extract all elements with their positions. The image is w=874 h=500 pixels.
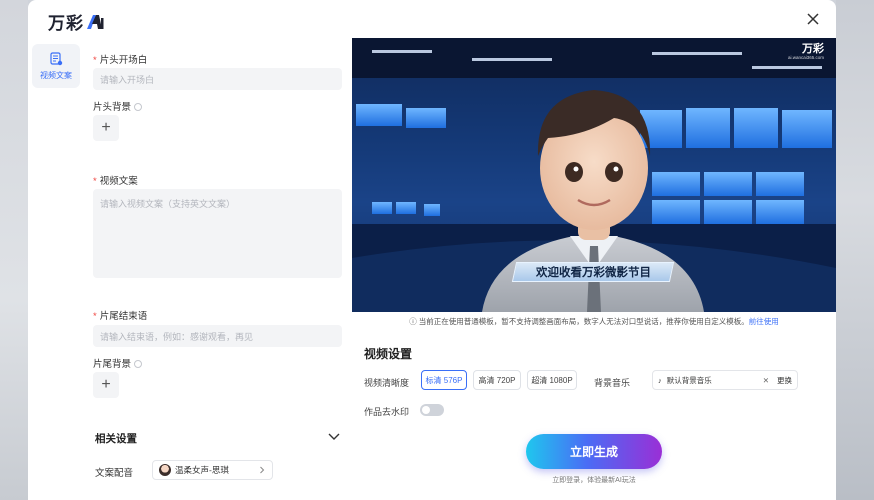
script-textarea[interactable]: 请输入视频文案（支持英文文案） bbox=[93, 189, 342, 278]
page-backdrop-left bbox=[0, 0, 28, 500]
swap-music-button[interactable]: 更换 bbox=[777, 375, 792, 386]
use-custom-template-link[interactable]: 前往使用 bbox=[749, 317, 779, 326]
login-hint[interactable]: 立即登录，体验最新AI玩法 bbox=[526, 475, 662, 485]
closing-input[interactable]: 请输入结束语，例如：感谢观看，再见 bbox=[93, 325, 342, 347]
opening-label: * 片头开场白 bbox=[93, 55, 148, 66]
video-preview: 万彩 ai.wancai365.com 欢迎收看万彩微影节目 bbox=[352, 38, 836, 312]
quality-option-576p[interactable]: 标清 576P bbox=[421, 370, 467, 390]
music-selector[interactable]: ♪ 默认背景音乐 ✕ 更换 bbox=[652, 370, 798, 390]
generate-button[interactable]: 立即生成 bbox=[526, 434, 662, 469]
voice-value: 温柔女声-思琪 bbox=[175, 465, 229, 475]
help-icon[interactable] bbox=[134, 103, 143, 111]
sidebar-item-script[interactable]: 视频文案 bbox=[32, 44, 80, 88]
related-settings-title: 相关设置 bbox=[95, 433, 137, 445]
info-icon: ⓘ bbox=[409, 317, 419, 326]
remove-watermark-toggle[interactable] bbox=[420, 404, 444, 416]
closing-bg-label: 片尾背景 bbox=[93, 356, 143, 370]
voice-selector[interactable]: 温柔女声-思琪 bbox=[152, 460, 273, 480]
chevron-down-icon[interactable] bbox=[328, 433, 340, 441]
watermark: 万彩 ai.wancai365.com bbox=[787, 43, 824, 60]
preview-caption: 欢迎收看万彩微影节目 bbox=[511, 262, 675, 282]
create-video-dialog: 万彩 视频文案 * 片头开场白 请输入开场白 片头背景 + * 视频文案 请输入… bbox=[28, 0, 836, 500]
page-backdrop-right bbox=[836, 0, 874, 500]
quality-option-1080p[interactable]: 超清 1080P bbox=[527, 370, 577, 390]
add-closing-bg-button[interactable]: + bbox=[93, 372, 119, 398]
add-opening-bg-button[interactable]: + bbox=[93, 115, 119, 141]
music-label: 背景音乐 bbox=[594, 378, 631, 388]
music-value: 默认背景音乐 bbox=[666, 375, 712, 385]
toggle-knob bbox=[422, 406, 430, 414]
quality-label: 视频清晰度 bbox=[364, 378, 410, 388]
template-notice: ⓘ 当前正在使用普通模板，暂不支持调整画面布局，数字人无法对口型说话，推荐你使用… bbox=[409, 317, 779, 326]
quality-option-720p[interactable]: 高清 720P bbox=[473, 370, 521, 390]
remove-watermark-label: 作品去水印 bbox=[364, 407, 410, 417]
video-settings-title: 视频设置 bbox=[364, 347, 413, 361]
close-icon[interactable] bbox=[804, 10, 822, 28]
opening-bg-label: 片头背景 bbox=[93, 99, 143, 113]
voice-avatar bbox=[159, 464, 171, 476]
sidebar-item-label: 视频文案 bbox=[40, 70, 72, 80]
help-icon[interactable] bbox=[134, 360, 143, 368]
script-label: * 视频文案 bbox=[93, 176, 138, 187]
ai-logo-icon bbox=[87, 14, 104, 29]
clear-music-icon[interactable]: ✕ bbox=[763, 376, 769, 385]
brand-logo: 万彩 bbox=[48, 9, 104, 34]
closing-label: * 片尾结束语 bbox=[93, 311, 148, 322]
music-note-icon: ♪ bbox=[658, 375, 662, 385]
voice-label: 文案配音 bbox=[95, 468, 134, 479]
chevron-right-icon bbox=[260, 466, 265, 474]
brand-name: 万彩 bbox=[48, 14, 84, 33]
opening-input[interactable]: 请输入开场白 bbox=[93, 68, 342, 90]
script-icon bbox=[50, 51, 63, 65]
